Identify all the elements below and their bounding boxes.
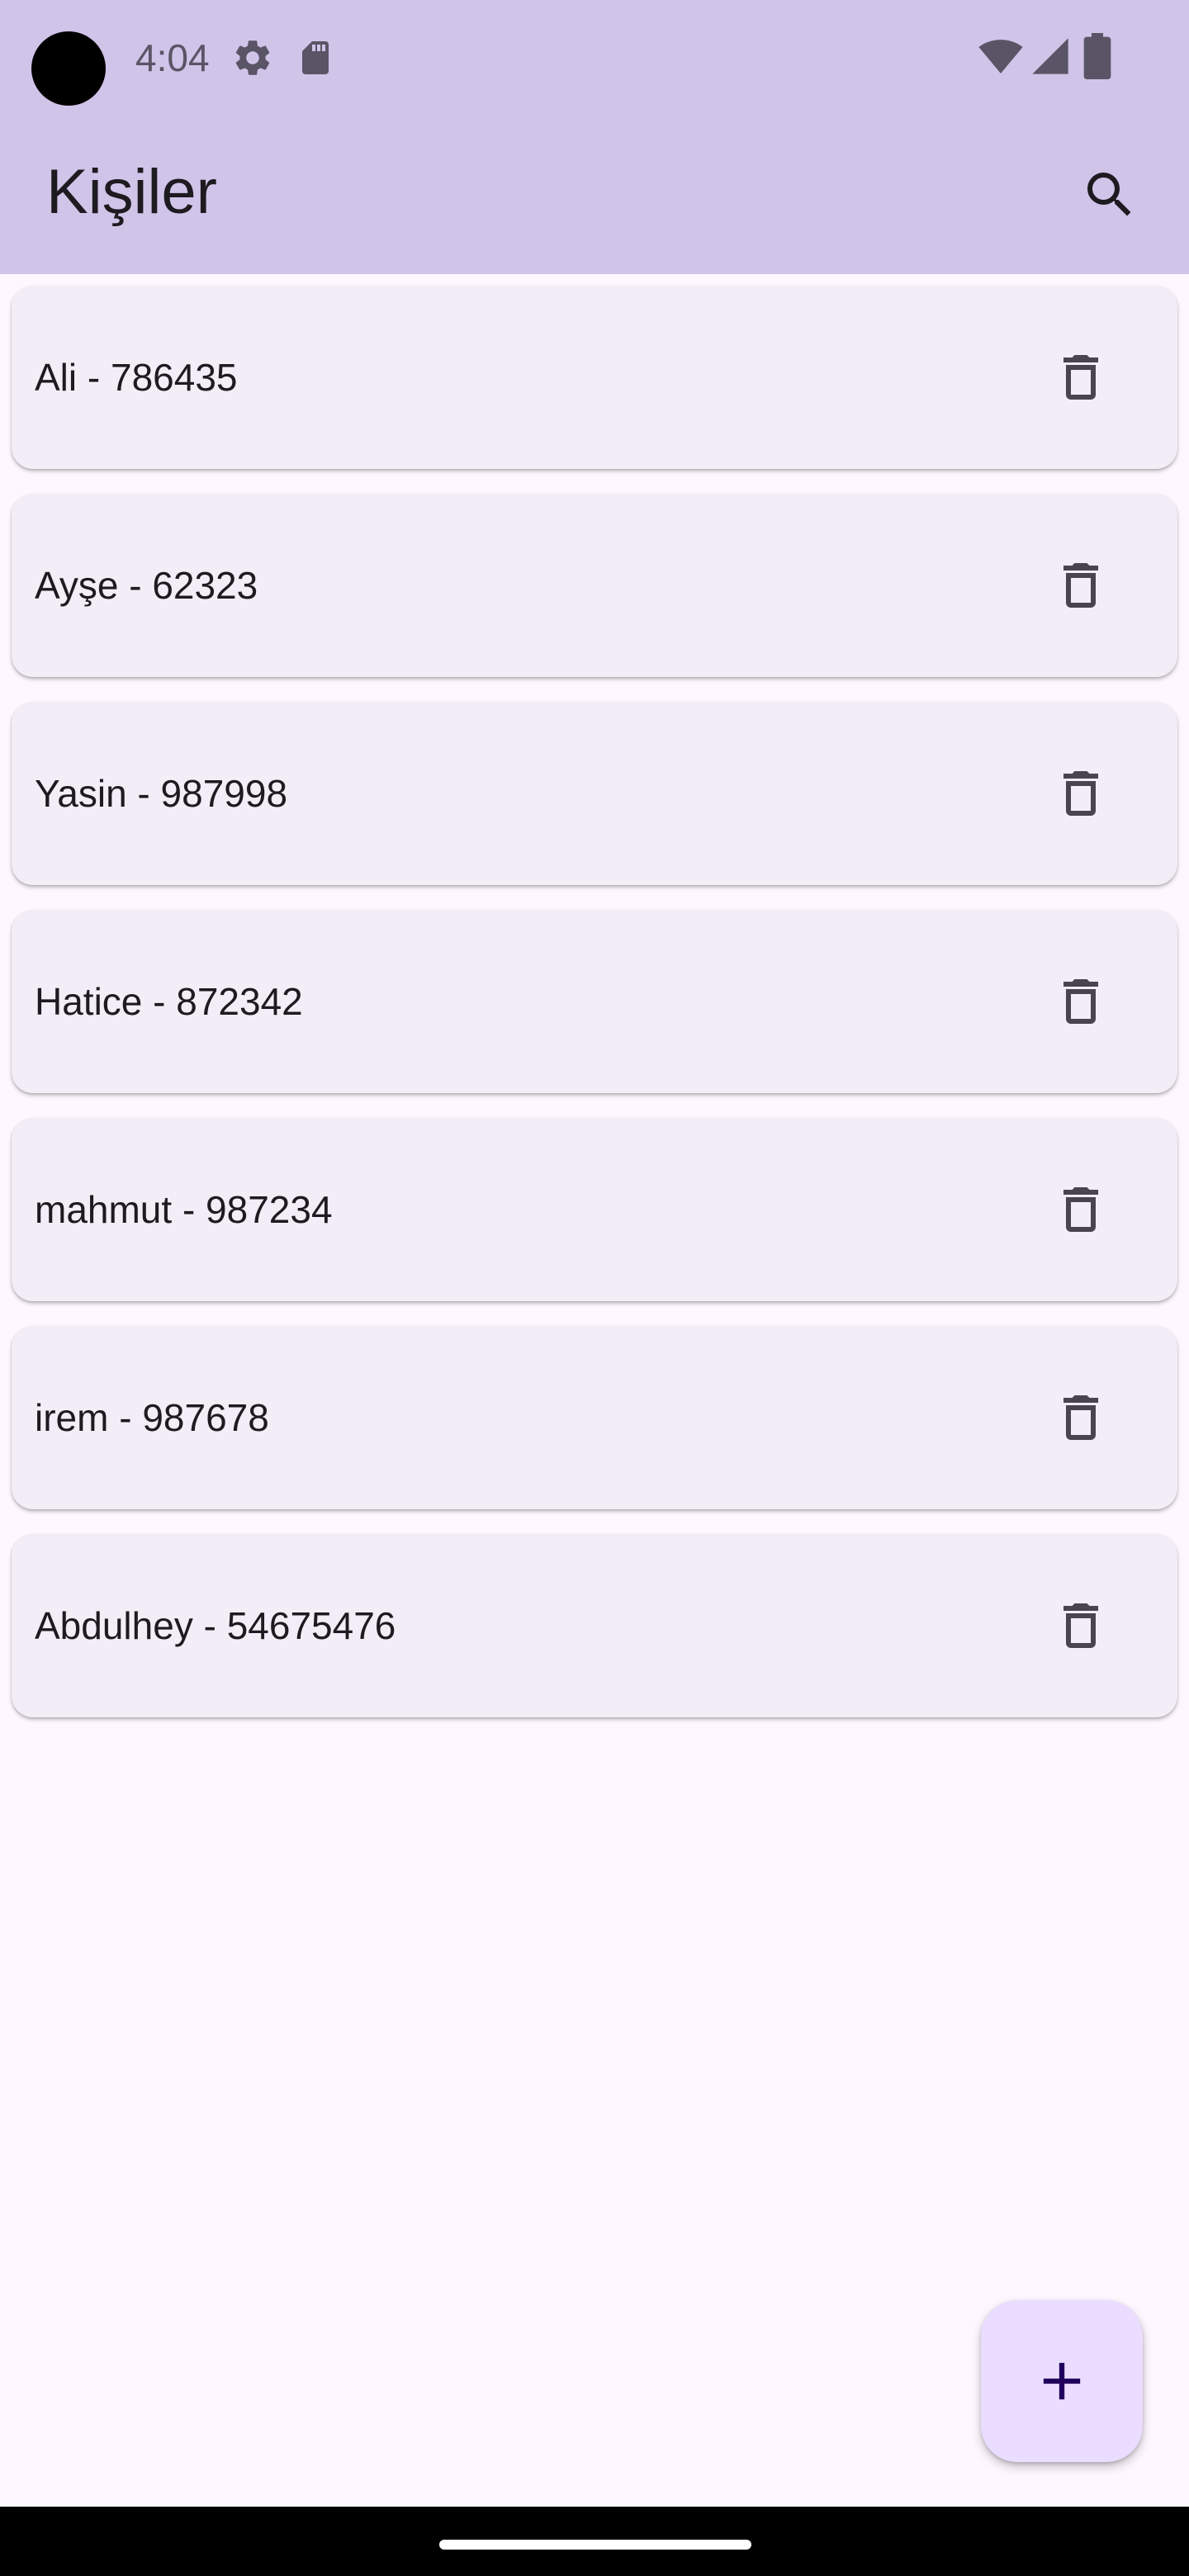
contact-card[interactable]: Abdulhey - 54675476 (12, 1534, 1177, 1717)
contact-label: irem - 987678 (35, 1396, 269, 1439)
delete-button[interactable] (1044, 1172, 1118, 1247)
search-button[interactable] (1073, 159, 1146, 231)
search-icon (1087, 173, 1131, 216)
system-navigation-bar (0, 2507, 1189, 2576)
delete-button[interactable] (1044, 340, 1118, 414)
status-time: 4:04 (135, 36, 210, 79)
camera-cutout (31, 31, 106, 106)
trash-icon (1063, 1395, 1098, 1440)
trash-icon (1063, 979, 1098, 1024)
settings-gear-icon (235, 40, 270, 75)
page-title: Kişiler (46, 157, 217, 227)
delete-button[interactable] (1044, 1589, 1118, 1663)
delete-button[interactable] (1044, 964, 1118, 1039)
trash-icon (1063, 771, 1098, 816)
add-contact-button[interactable] (981, 2300, 1143, 2462)
contacts-screen: 4:04 Kişiler Ali - 786435 Ayşe - 62323 Y… (0, 0, 1189, 2576)
sd-card-icon (302, 41, 329, 74)
contact-label: Ali - 786435 (35, 356, 238, 399)
contact-label: Hatice - 872342 (35, 980, 303, 1023)
trash-icon (1063, 1603, 1098, 1648)
trash-icon (1063, 355, 1098, 400)
trash-icon (1063, 1187, 1098, 1232)
contact-label: Ayşe - 62323 (35, 564, 258, 607)
delete-button[interactable] (1044, 548, 1118, 623)
contact-card[interactable]: Ali - 786435 (12, 286, 1177, 469)
contact-label: mahmut - 987234 (35, 1188, 333, 1231)
contact-card[interactable]: mahmut - 987234 (12, 1118, 1177, 1301)
delete-button[interactable] (1044, 1380, 1118, 1455)
contact-list: Ali - 786435 Ayşe - 62323 Yasin - 987998 (12, 286, 1177, 1742)
contact-label: Yasin - 987998 (35, 772, 288, 815)
wifi-icon (978, 40, 1023, 73)
contact-card[interactable]: irem - 987678 (12, 1326, 1177, 1509)
contact-card[interactable]: Yasin - 987998 (12, 702, 1177, 885)
trash-icon (1063, 563, 1098, 608)
battery-icon (1083, 33, 1111, 79)
top-area: 4:04 Kişiler (0, 0, 1189, 274)
app-bar: Kişiler (0, 116, 1189, 274)
home-gesture-handle[interactable] (439, 2540, 751, 2550)
plus-icon (1043, 2362, 1081, 2400)
signal-icon (1032, 38, 1068, 74)
contact-card[interactable]: Hatice - 872342 (12, 910, 1177, 1093)
delete-button[interactable] (1044, 756, 1118, 831)
contact-label: Abdulhey - 54675476 (35, 1604, 396, 1647)
contact-card[interactable]: Ayşe - 62323 (12, 494, 1177, 677)
status-bar: 4:04 (0, 0, 1189, 116)
